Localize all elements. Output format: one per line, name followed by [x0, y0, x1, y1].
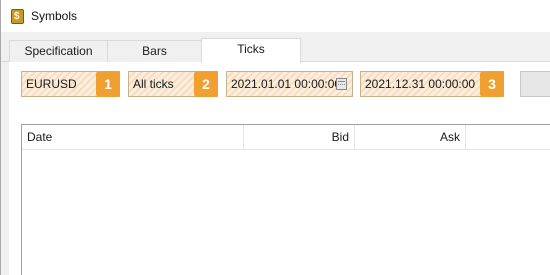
callout-badge-2: 2 [194, 71, 218, 97]
date-from-field[interactable]: 2021.01.01 00:00:00 [226, 71, 353, 97]
callout-badge-1: 1 [96, 71, 120, 97]
column-header-date[interactable]: Date [22, 125, 244, 149]
tab-bars[interactable]: Bars [107, 40, 202, 62]
table-header: Date Bid Ask [22, 125, 550, 150]
callout-badge-3: 3 [480, 71, 504, 97]
tab-specification[interactable]: Specification [9, 40, 108, 62]
window-title: Symbols [31, 9, 78, 23]
tab-ticks[interactable]: Ticks [201, 38, 301, 63]
tick-type-select-value: All ticks [133, 77, 174, 91]
column-header-bid[interactable]: Bid [244, 125, 355, 149]
date-to-value: 2021.12.31 00:00:00 [365, 77, 476, 91]
ticks-table[interactable]: Date Bid Ask [21, 124, 550, 275]
column-header-ask[interactable]: Ask [355, 125, 466, 149]
request-button[interactable] [520, 71, 550, 97]
symbols-window: Symbols Specification Bars Ticks EURUSD … [0, 0, 550, 275]
symbols-icon [11, 9, 24, 24]
date-from-value: 2021.01.01 00:00:00 [231, 77, 342, 91]
title-bar: Symbols [1, 0, 550, 32]
calendar-icon[interactable] [336, 78, 347, 90]
symbol-select-value: EURUSD [26, 77, 77, 91]
